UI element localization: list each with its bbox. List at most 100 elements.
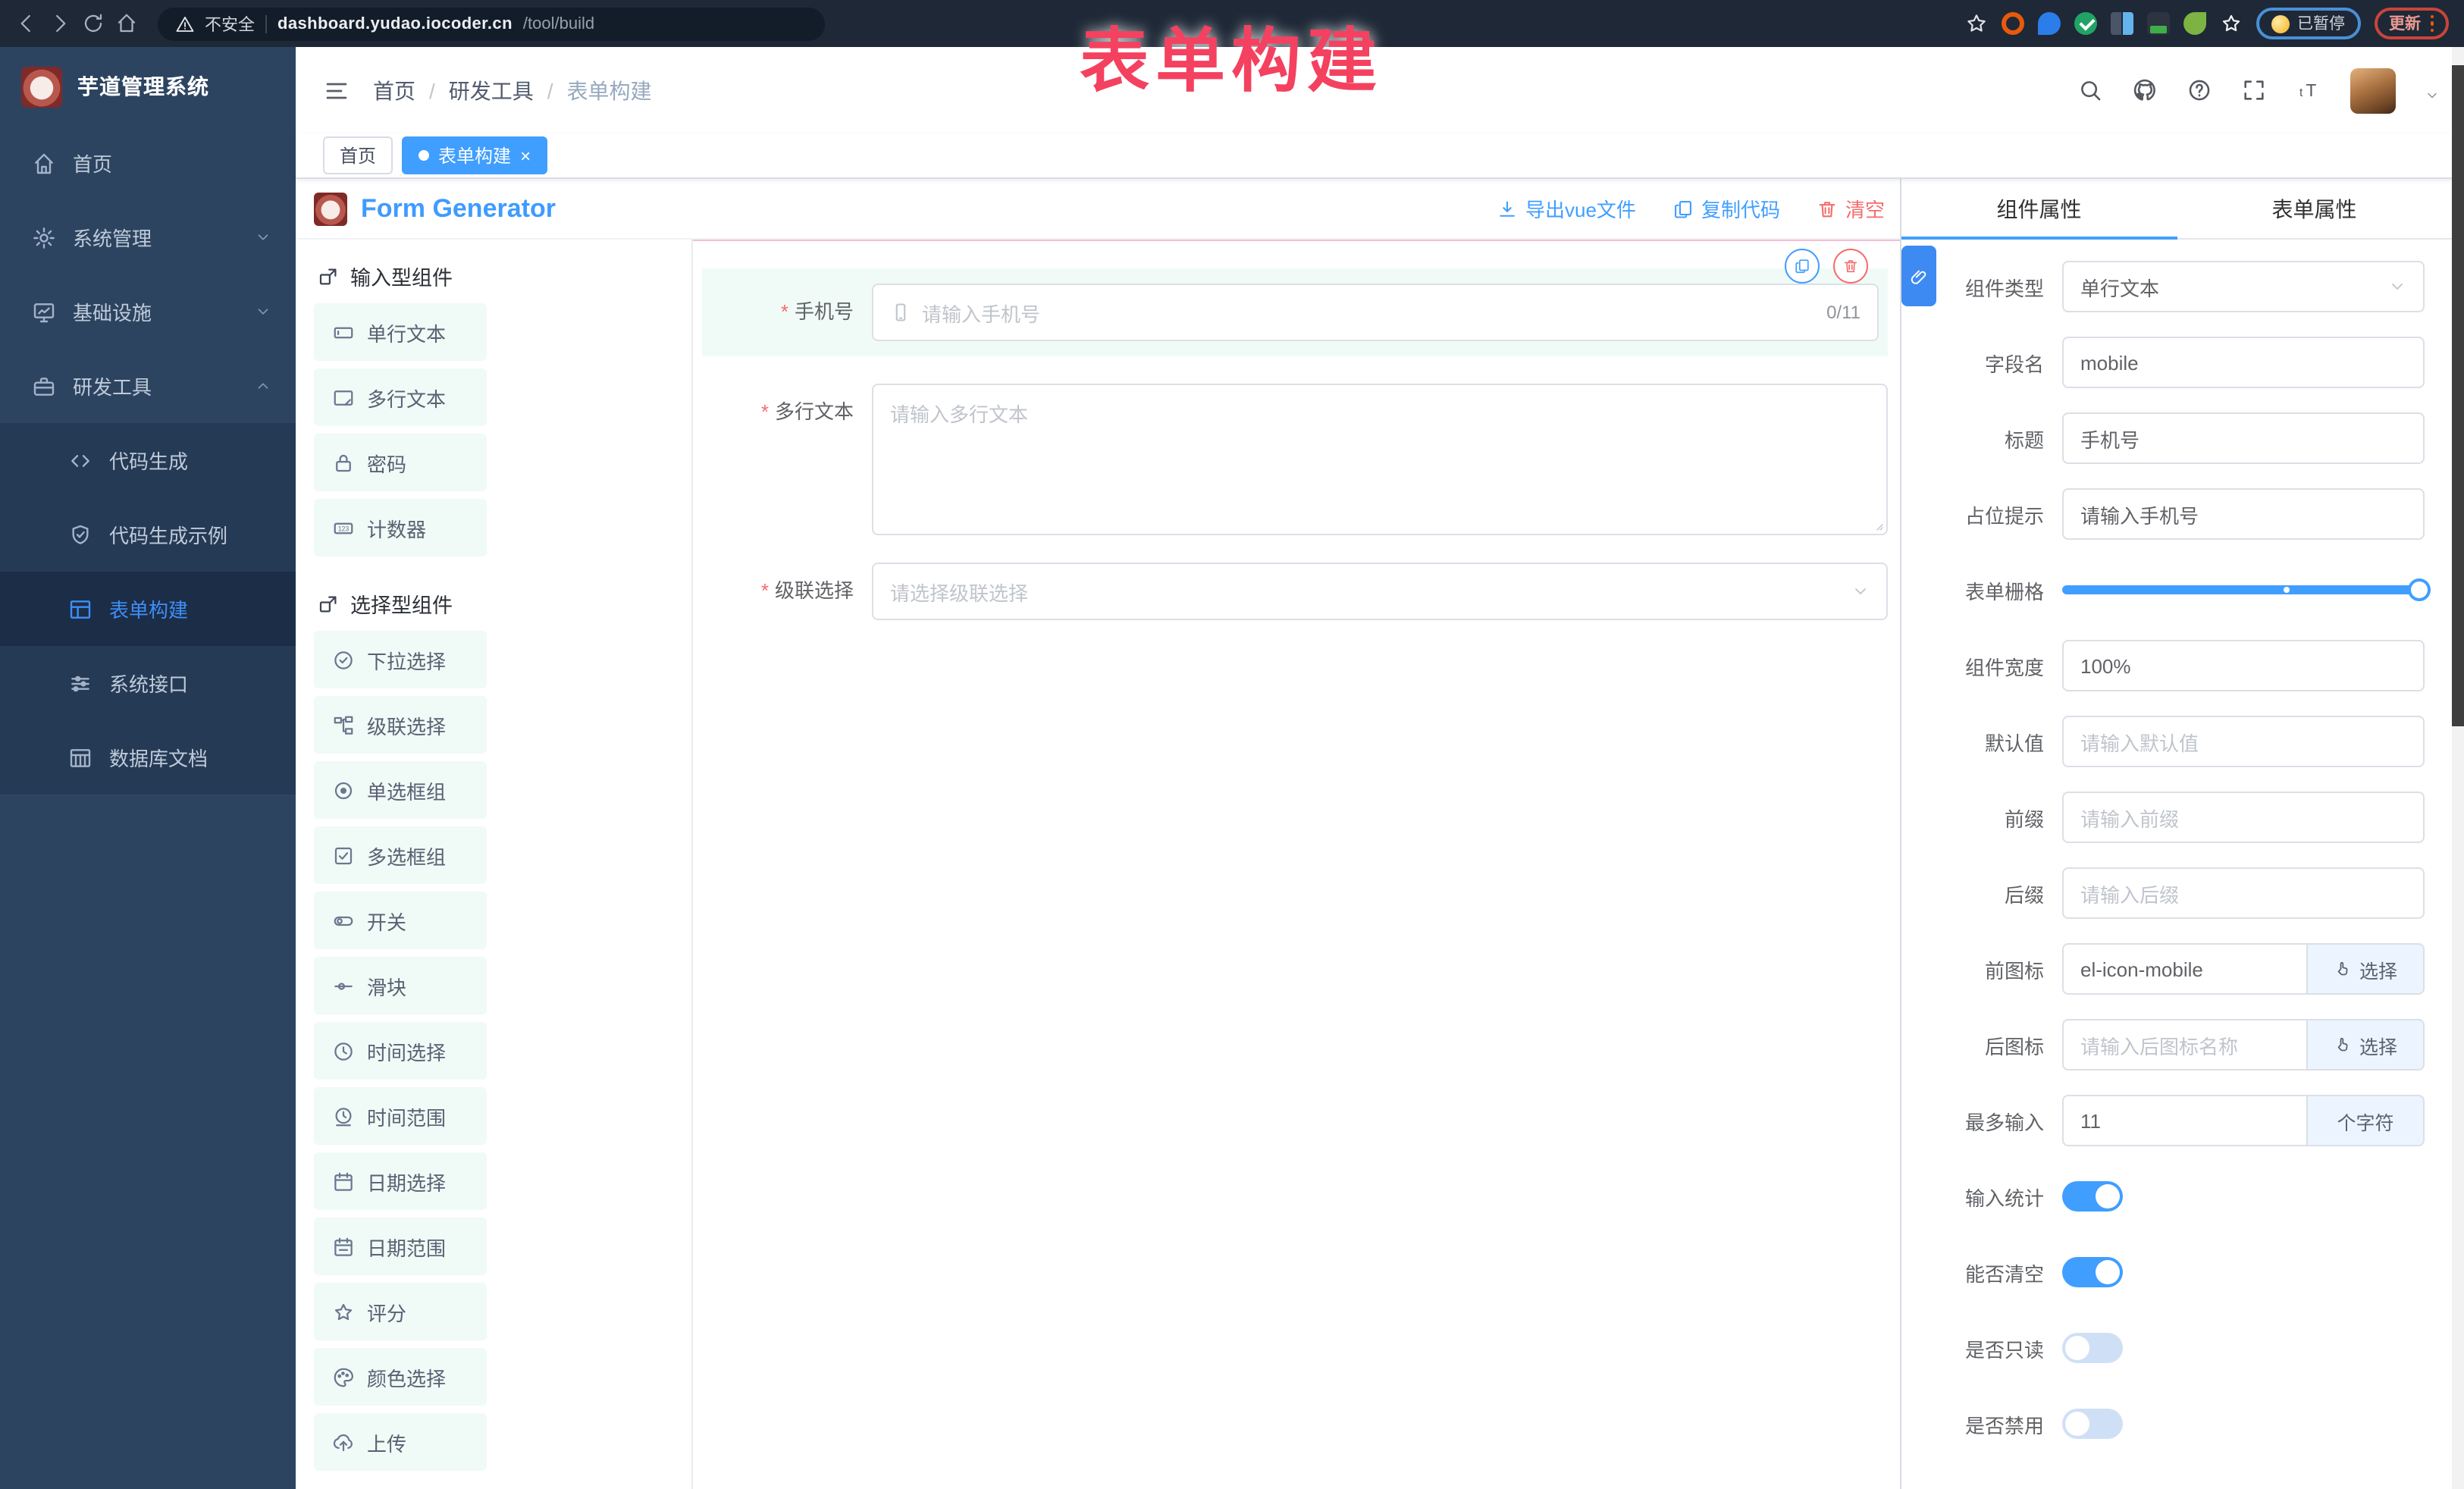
prop-input[interactable]: 请输入后缀 — [2062, 867, 2425, 919]
switch-knob — [2065, 1412, 2089, 1436]
component-item[interactable]: 123计数器 — [314, 499, 487, 556]
prop-input[interactable]: 手机号 — [2062, 412, 2425, 464]
prop-input[interactable]: 请输入默认值 — [2062, 716, 2425, 767]
extension-icon[interactable] — [2111, 12, 2133, 35]
canvas-field-row[interactable]: 级联选择请选择级联选择 — [702, 563, 1888, 620]
canvas-field-row[interactable]: 多行文本请输入多行文本 — [702, 384, 1888, 535]
selected-field-row[interactable]: 手机号请输入手机号0/11 — [702, 268, 1888, 356]
prop-input[interactable]: el-icon-mobile — [2062, 943, 2308, 995]
prop-switch[interactable] — [2062, 1333, 2123, 1363]
slider-handle[interactable] — [2408, 578, 2431, 601]
browser-back-icon[interactable] — [15, 12, 38, 35]
sidebar-item-6[interactable]: 表单构建 — [0, 572, 296, 646]
component-item[interactable]: 日期范围 — [314, 1218, 487, 1275]
sidebar-item-3[interactable]: 研发工具 — [0, 349, 296, 423]
delete-field-button[interactable] — [1833, 249, 1868, 284]
component-item[interactable]: 级联选择 — [314, 696, 487, 754]
resize-grip-icon[interactable] — [1867, 514, 1885, 532]
prop-input[interactable]: 11 — [2062, 1095, 2308, 1146]
component-item[interactable]: 多选框组 — [314, 826, 487, 884]
prop-switch[interactable] — [2062, 1409, 2123, 1439]
field-textarea[interactable]: 请输入多行文本 — [872, 384, 1888, 535]
extension-icon[interactable] — [2183, 12, 2206, 35]
svg-text:123: 123 — [338, 525, 350, 532]
component-item[interactable]: 滑块 — [314, 957, 487, 1014]
sidebar-logo-row[interactable]: 芋道管理系统 — [0, 47, 296, 126]
component-item[interactable]: 日期选择 — [314, 1152, 487, 1210]
sidebar-item-1[interactable]: 系统管理 — [0, 200, 296, 274]
help-icon[interactable] — [2187, 77, 2212, 103]
duplicate-field-button[interactable] — [1785, 249, 1820, 284]
append-button[interactable]: 选择 — [2306, 1019, 2425, 1071]
switch-knob — [2096, 1184, 2120, 1208]
toolbar-copy-button[interactable]: 复制代码 — [1672, 194, 1780, 223]
append-button[interactable]: 个字符 — [2306, 1095, 2425, 1146]
prop-input[interactable]: 请输入手机号 — [2062, 488, 2425, 540]
append-button[interactable]: 选择 — [2306, 943, 2425, 995]
chevron-down-icon[interactable] — [2425, 83, 2440, 98]
timerange-icon — [332, 1105, 355, 1127]
checkbox-icon — [332, 844, 355, 867]
extension-icon[interactable] — [2147, 12, 2170, 35]
props-tab-0[interactable]: 组件属性 — [1901, 179, 2177, 238]
canvas-field-row[interactable]: 手机号请输入手机号0/11 — [702, 284, 1879, 341]
component-item[interactable]: 单行文本 — [314, 303, 487, 361]
sidebar-item-4[interactable]: 代码生成 — [0, 423, 296, 497]
breadcrumb-item[interactable]: 研发工具 — [449, 75, 534, 105]
extension-icon[interactable] — [2074, 12, 2097, 35]
browser-home-icon[interactable] — [115, 12, 138, 35]
component-item[interactable]: 时间范围 — [314, 1087, 487, 1145]
component-item[interactable]: 开关 — [314, 892, 487, 949]
browser-forward-icon[interactable] — [49, 12, 71, 35]
collapse-handle[interactable] — [1901, 246, 1936, 306]
toolbar-download-button[interactable]: 导出vue文件 — [1497, 194, 1636, 223]
search-icon[interactable] — [2077, 77, 2103, 103]
update-button[interactable]: 更新 — [2374, 8, 2449, 39]
field-select[interactable]: 请选择级联选择 — [872, 563, 1888, 620]
prop-input[interactable]: 请输入后图标名称 — [2062, 1019, 2308, 1071]
github-icon[interactable] — [2132, 77, 2158, 103]
prop-switch[interactable] — [2062, 1181, 2123, 1212]
component-item[interactable]: 多行文本 — [314, 368, 487, 426]
tag-tab-1[interactable]: 表单构建× — [402, 136, 547, 174]
component-item[interactable]: 时间选择 — [314, 1022, 487, 1080]
hamburger-icon[interactable] — [323, 77, 350, 104]
extension-icon[interactable] — [2220, 12, 2243, 35]
component-item[interactable]: 单选框组 — [314, 761, 487, 819]
password-icon — [332, 451, 355, 474]
scrollbar-thumb[interactable] — [2452, 65, 2464, 726]
prop-input[interactable]: 100% — [2062, 640, 2425, 691]
extension-icon[interactable] — [2038, 12, 2061, 35]
paused-badge[interactable]: 已暂停 — [2256, 8, 2360, 39]
component-item[interactable]: 密码 — [314, 434, 487, 491]
form-grid-slider[interactable] — [2062, 585, 2419, 594]
address-bar[interactable]: 不安全 dashboard.yudao.iocoder.cn/tool/buil… — [158, 7, 825, 40]
sidebar-item-7[interactable]: 系统接口 — [0, 646, 296, 720]
form-icon — [68, 597, 92, 621]
breadcrumb-item[interactable]: 首页 — [373, 75, 415, 105]
props-tab-1[interactable]: 表单属性 — [2177, 179, 2452, 238]
toolbar-trash-button[interactable]: 清空 — [1817, 194, 1885, 223]
sidebar-item-0[interactable]: 首页 — [0, 126, 296, 200]
prop-select[interactable]: 单行文本 — [2062, 261, 2425, 312]
page-scrollbar[interactable] — [2452, 47, 2464, 1489]
bookmark-star-icon[interactable] — [1965, 12, 1988, 35]
fullscreen-icon[interactable] — [2241, 77, 2267, 103]
browser-reload-icon[interactable] — [82, 12, 105, 35]
component-item[interactable]: 上传 — [314, 1413, 487, 1471]
prop-input[interactable]: 请输入前缀 — [2062, 792, 2425, 843]
field-input[interactable]: 请输入手机号0/11 — [872, 284, 1879, 341]
tag-tab-0[interactable]: 首页 — [323, 136, 393, 174]
user-avatar[interactable] — [2350, 67, 2396, 113]
component-item[interactable]: 下拉选择 — [314, 631, 487, 688]
sidebar-item-2[interactable]: 基础设施 — [0, 274, 296, 349]
component-item[interactable]: 评分 — [314, 1283, 487, 1340]
font-size-icon[interactable]: tT — [2296, 77, 2321, 103]
component-item[interactable]: 颜色选择 — [314, 1348, 487, 1406]
prop-switch[interactable] — [2062, 1257, 2123, 1287]
extension-icon[interactable] — [2002, 12, 2024, 35]
sidebar-item-8[interactable]: 数据库文档 — [0, 720, 296, 795]
prop-input[interactable]: mobile — [2062, 337, 2425, 388]
close-tab-icon[interactable]: × — [520, 146, 531, 165]
sidebar-item-5[interactable]: 代码生成示例 — [0, 497, 296, 572]
